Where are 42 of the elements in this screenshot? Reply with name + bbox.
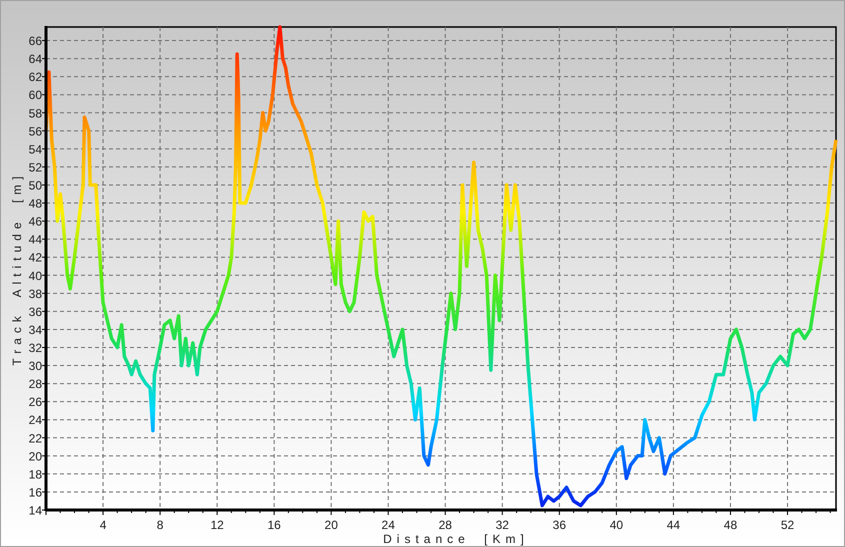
tick-label: 12 bbox=[210, 518, 224, 532]
tick-label: 50 bbox=[28, 178, 42, 192]
tick-label: 36 bbox=[552, 518, 566, 532]
tick-label: 52 bbox=[28, 160, 42, 174]
tick-label: 60 bbox=[28, 88, 42, 102]
tick-label: 34 bbox=[28, 322, 42, 337]
tick-label: 66 bbox=[28, 34, 42, 48]
tick-label: 44 bbox=[666, 518, 680, 532]
axis-title: Distance [Km] bbox=[383, 532, 529, 546]
tick-label: 36 bbox=[28, 304, 42, 319]
tick-label: 8 bbox=[156, 518, 164, 532]
tick-label: 28 bbox=[438, 518, 452, 532]
tick-label: 58 bbox=[28, 106, 42, 120]
tick-label: 26 bbox=[28, 395, 42, 410]
tick-label: 30 bbox=[28, 359, 42, 374]
tick-label: 32 bbox=[496, 518, 509, 532]
tick-label: 14 bbox=[28, 504, 42, 518]
tick-label: 38 bbox=[28, 286, 42, 301]
tick-label: 46 bbox=[28, 214, 42, 229]
tick-label: 18 bbox=[28, 467, 42, 482]
axis-title: Track Altitude [m] bbox=[10, 171, 24, 366]
tick-label: 4 bbox=[100, 518, 106, 532]
tick-label: 64 bbox=[28, 52, 42, 66]
tick-label: 48 bbox=[28, 196, 42, 211]
tick-label: 42 bbox=[28, 250, 42, 265]
tick-label: 28 bbox=[28, 377, 42, 392]
tick-label: 20 bbox=[324, 518, 338, 532]
tick-label: 40 bbox=[28, 268, 42, 283]
tick-label: 24 bbox=[28, 413, 42, 428]
tick-label: 44 bbox=[28, 232, 42, 247]
tick-label: 24 bbox=[382, 518, 395, 532]
tick-label: 40 bbox=[610, 518, 624, 532]
tick-label: 54 bbox=[28, 142, 42, 156]
tick-label: 32 bbox=[28, 341, 42, 355]
tick-label: 22 bbox=[28, 431, 42, 446]
tick-label: 52 bbox=[780, 518, 794, 532]
tick-label: 16 bbox=[28, 485, 42, 500]
tick-label: 20 bbox=[28, 449, 42, 464]
tick-label: 48 bbox=[724, 518, 738, 532]
tick-label: 56 bbox=[28, 124, 42, 138]
tick-label: 62 bbox=[28, 70, 42, 84]
tick-label: 16 bbox=[267, 518, 281, 532]
